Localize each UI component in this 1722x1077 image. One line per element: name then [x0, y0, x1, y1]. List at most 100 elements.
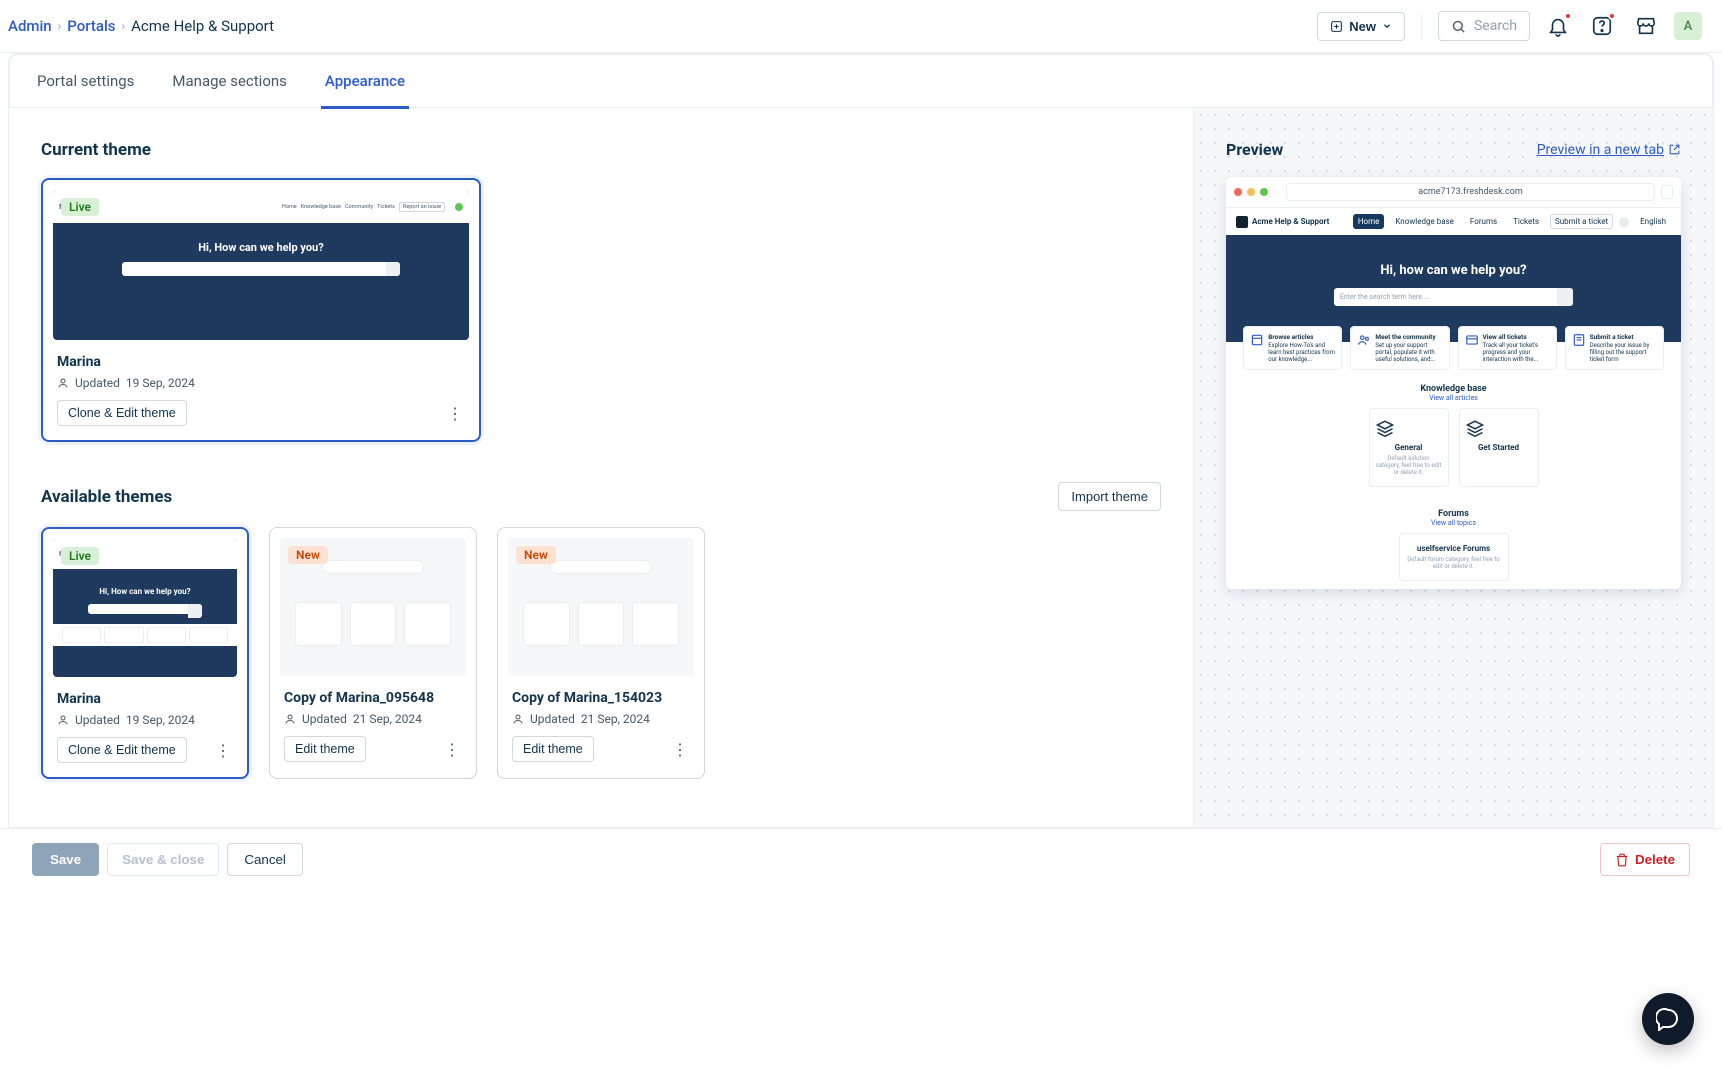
current-theme-heading: Current theme [41, 140, 1161, 160]
preview-nav-home: Home [1353, 214, 1385, 229]
new-badge: New [288, 546, 328, 564]
marketplace-button[interactable] [1630, 10, 1662, 42]
cancel-button[interactable]: Cancel [227, 843, 303, 876]
chevron-right-icon: › [58, 19, 62, 33]
preview-nav-submit: Submit a ticket [1550, 214, 1613, 229]
preview-link-label: Preview in a new tab [1537, 142, 1664, 158]
save-button[interactable]: Save [32, 843, 99, 876]
thumbnail-hero-text: Hi, How can we help you? [63, 241, 459, 254]
import-theme-button[interactable]: Import theme [1058, 482, 1161, 511]
tab-manage-sections[interactable]: Manage sections [168, 54, 290, 108]
theme-thumbnail: Live freshworks Hi, How can we help you? [53, 539, 237, 677]
user-icon [512, 713, 524, 725]
preview-tile-desc: Default solution category, feel free to … [1376, 455, 1442, 476]
search-button[interactable]: Search [1438, 11, 1530, 41]
preview-card-desc: Track all your ticket's progress and you… [1483, 342, 1550, 363]
preview-tile-name: General [1376, 443, 1442, 452]
available-theme-card[interactable]: New Copy of Marina_095648 Updated 21 Sep… [269, 527, 477, 779]
breadcrumb-current: Acme Help & Support [131, 17, 274, 35]
external-link-icon [1668, 143, 1681, 156]
available-theme-card[interactable]: Live freshworks Hi, How can we help you?… [41, 527, 249, 779]
theme-name: Marina [57, 354, 465, 370]
tab-appearance[interactable]: Appearance [321, 54, 409, 109]
preview-card-title: Submit a ticket [1590, 333, 1657, 341]
avatar[interactable]: A [1674, 12, 1702, 40]
window-controls [1234, 188, 1268, 196]
preview-kb-link: View all articles [1226, 394, 1681, 402]
tab-portal-settings[interactable]: Portal settings [33, 54, 138, 108]
user-icon [57, 714, 69, 726]
updated-label: Updated [302, 712, 347, 726]
trash-icon [1615, 853, 1629, 867]
preview-card-desc: Describe your issue by filling out the s… [1590, 342, 1657, 363]
preview-card-desc: Set up your support portal, populate it … [1375, 342, 1442, 363]
notifications-button[interactable] [1542, 10, 1574, 42]
preview-heading: Preview [1226, 140, 1283, 159]
preview-forums-link: View all topics [1226, 519, 1681, 527]
preview-card-title: Browse articles [1268, 333, 1335, 341]
address-bar: acme7173.freshdesk.com [1286, 183, 1655, 201]
preview-card-title: Meet the community [1375, 333, 1442, 341]
live-badge: Live [61, 547, 99, 565]
updated-date: 19 Sep, 2024 [126, 376, 195, 390]
updated-date: 21 Sep, 2024 [353, 712, 422, 726]
preview-tile-name: uselfservice Forums [1406, 544, 1502, 553]
preview-brand: Acme Help & Support [1252, 217, 1329, 226]
breadcrumb: Admin › Portals › Acme Help & Support [8, 17, 274, 35]
clone-edit-button[interactable]: Clone & Edit theme [57, 737, 187, 763]
current-theme-card[interactable]: Live freshworks HomeKnowledge baseCommun… [41, 178, 481, 442]
chat-fab[interactable] [1642, 993, 1694, 1045]
help-button[interactable] [1586, 10, 1618, 42]
preview-tile-name: Get Started [1466, 443, 1532, 452]
preview-forums-heading: Forums [1226, 509, 1681, 519]
theme-name: Marina [57, 691, 233, 707]
available-themes-heading: Available themes [41, 487, 172, 507]
plus-icon [1330, 20, 1343, 33]
delete-button[interactable]: Delete [1600, 843, 1690, 876]
chevron-down-icon [1382, 21, 1392, 31]
notification-dot [1564, 12, 1572, 20]
theme-thumbnail: New [280, 538, 466, 676]
delete-label: Delete [1635, 852, 1675, 867]
chevron-right-icon: › [122, 19, 126, 33]
preview-new-tab-link[interactable]: Preview in a new tab [1537, 142, 1681, 158]
store-icon [1635, 15, 1657, 37]
updated-label: Updated [530, 712, 575, 726]
edit-theme-button[interactable]: Edit theme [284, 736, 366, 762]
chat-icon [1656, 1007, 1680, 1031]
search-icon [1451, 19, 1466, 34]
breadcrumb-admin[interactable]: Admin [8, 17, 52, 35]
updated-date: 19 Sep, 2024 [126, 713, 195, 727]
available-theme-card[interactable]: New Copy of Marina_154023 Updated 21 Sep… [497, 527, 705, 779]
preview-kb-heading: Knowledge base [1226, 384, 1681, 394]
preview-browser: acme7173.freshdesk.com Acme Help & Suppo… [1226, 177, 1681, 589]
user-icon [57, 377, 69, 389]
theme-menu-button[interactable]: ⋮ [442, 737, 462, 761]
preview-nav-kb: Knowledge base [1390, 214, 1459, 229]
notification-dot [1608, 12, 1616, 20]
live-badge: Live [61, 198, 99, 216]
theme-menu-button[interactable]: ⋮ [445, 401, 465, 425]
new-badge: New [516, 546, 556, 564]
preview-nav-tickets: Tickets [1508, 214, 1544, 229]
new-button[interactable]: New [1317, 12, 1405, 41]
clone-edit-button[interactable]: Clone & Edit theme [57, 400, 187, 426]
theme-name: Copy of Marina_154023 [512, 690, 690, 706]
search-placeholder: Search [1474, 18, 1517, 34]
theme-menu-button[interactable]: ⋮ [670, 737, 690, 761]
preview-nav-forums: Forums [1465, 214, 1502, 229]
user-icon [284, 713, 296, 725]
preview-nav-lang: English [1635, 214, 1671, 229]
save-close-button[interactable]: Save & close [107, 843, 219, 876]
updated-label: Updated [75, 376, 120, 390]
edit-theme-button[interactable]: Edit theme [512, 736, 594, 762]
theme-thumbnail: Live freshworks HomeKnowledge baseCommun… [53, 190, 469, 340]
breadcrumb-portals[interactable]: Portals [67, 17, 115, 35]
preview-search-placeholder: Enter the search term here.... [1340, 293, 1429, 301]
updated-label: Updated [75, 713, 120, 727]
preview-card-desc: Explore How-To's and learn best practice… [1268, 342, 1335, 363]
theme-name: Copy of Marina_095648 [284, 690, 462, 706]
preview-tile-desc: Default forum category, feel free to edi… [1406, 556, 1502, 570]
preview-hero-text: Hi, how can we help you? [1236, 263, 1671, 278]
theme-menu-button[interactable]: ⋮ [213, 738, 233, 762]
